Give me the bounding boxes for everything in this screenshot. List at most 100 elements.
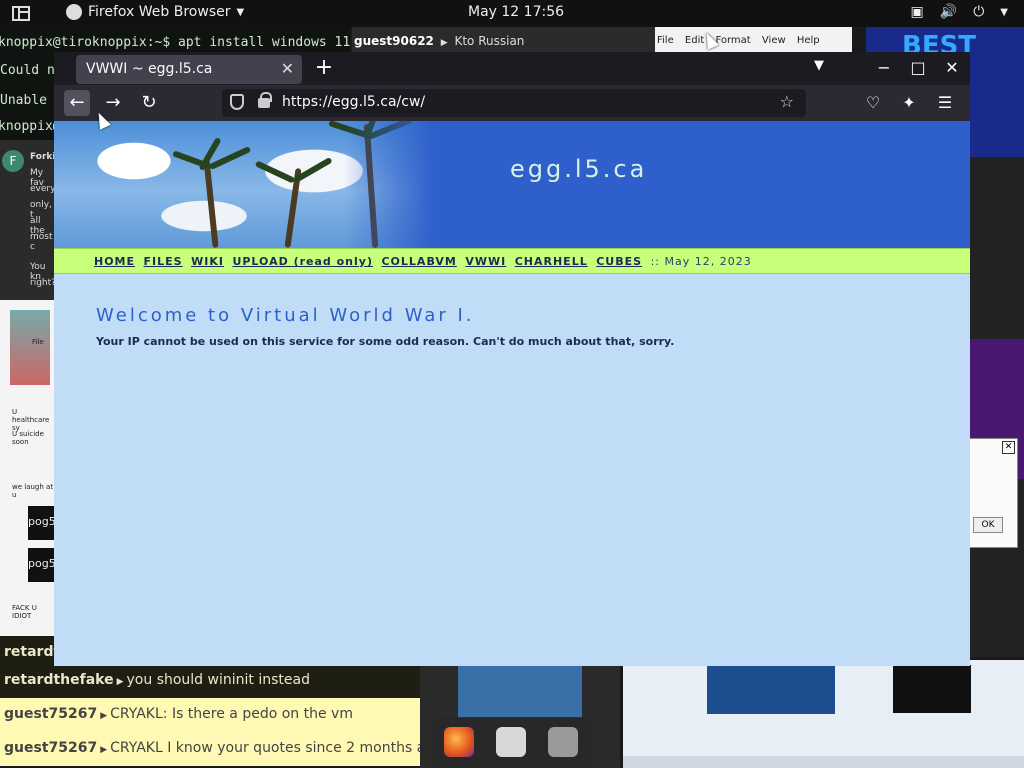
play-icon: ▶ <box>100 745 108 755</box>
screen-icon[interactable]: ▣ <box>911 4 924 22</box>
nav-link-vwwi[interactable]: VWWI <box>465 255 506 268</box>
site-banner: egg.l5.ca <box>54 121 970 249</box>
firefox-icon <box>66 4 82 20</box>
minimize-button[interactable]: − <box>872 56 896 80</box>
nav-link-home[interactable]: HOME <box>94 255 135 268</box>
right-collage-background <box>970 157 1024 657</box>
power-icon[interactable]: ⏻ <box>973 4 984 22</box>
chat-line: right? <box>30 278 56 288</box>
url-text[interactable]: https://egg.l5.ca/cw/ <box>282 94 425 110</box>
status-message: Your IP cannot be used on this service f… <box>96 335 675 348</box>
activities-icon[interactable] <box>12 6 30 21</box>
chat-user-name: guest75267 <box>4 706 98 722</box>
taskbar-image <box>623 756 1024 768</box>
system-top-bar: Firefox Web Browser ▼ May 12 17:56 ▣ 🔊 ⏻… <box>0 0 1024 27</box>
play-icon: ▶ <box>440 38 448 48</box>
pocket-icon[interactable]: ♡ <box>860 90 886 116</box>
trash-icon[interactable] <box>548 727 578 757</box>
caption-text: U healthcare sy <box>12 408 50 432</box>
vm-screenshot-background <box>623 660 1024 768</box>
files-icon[interactable] <box>496 727 526 757</box>
menu-item-view: View <box>761 35 786 46</box>
tracking-shield-icon[interactable] <box>230 94 244 110</box>
chevron-down-icon[interactable]: ▼ <box>1000 4 1008 22</box>
chat-row: guest75267 ▶ CRYAKL: Is there a pedo on th… <box>0 698 420 732</box>
palm-tree <box>172 121 252 249</box>
chat-message: CRYAKL: Is there a pedo on the vm <box>110 706 353 722</box>
terminal-line: knoppix@tiroknoppix:~$ apt install windo… <box>0 35 351 50</box>
clock[interactable]: May 12 17:56 <box>468 4 564 20</box>
navigation-toolbar: ← → ↻ https://egg.l5.ca/cw/ ☆ ♡ ✦ ☰ <box>54 85 970 121</box>
play-icon: ▶ <box>116 677 124 687</box>
bookmark-star-icon[interactable]: ☆ <box>780 92 794 111</box>
menu-item-file: File <box>657 35 674 46</box>
play-icon: ▶ <box>100 711 108 721</box>
firefox-icon[interactable] <box>444 727 474 757</box>
new-tab-button[interactable]: + <box>311 55 337 81</box>
maximize-button[interactable]: □ <box>906 56 930 80</box>
app-menu[interactable]: Firefox Web Browser ▼ <box>66 4 244 20</box>
chat-user-name: retardthefake <box>4 672 114 688</box>
reload-button[interactable]: ↻ <box>136 90 162 116</box>
palm-tree <box>254 121 334 249</box>
tab-bar: VWWI ~ egg.l5.ca ✕ + ▼ − □ ✕ <box>54 52 970 85</box>
web-page: egg.l5.ca HOME FILES WIKI UPLOAD (read o… <box>54 121 970 666</box>
desktop-icons-image <box>458 660 582 718</box>
extensions-icon[interactable]: ✦ <box>896 90 922 116</box>
close-icon: ✕ <box>1002 441 1015 454</box>
chat-panel-background: F Forkie My fav every only, t all the mo… <box>0 140 62 300</box>
palm-tree <box>324 121 414 249</box>
nav-link-collabvm[interactable]: COLLABVM <box>381 255 456 268</box>
chevron-down-icon: ▼ <box>236 6 245 18</box>
dark-image <box>893 665 971 713</box>
menu-item-format: Format <box>715 35 751 46</box>
chat-user-name: guest75267 <box>4 740 98 756</box>
tab-vwwi[interactable]: VWWI ~ egg.l5.ca ✕ <box>76 55 302 84</box>
app-menu-label: Firefox Web Browser <box>88 4 231 20</box>
dialog-background: ✕ OK <box>968 438 1018 548</box>
chat-line: most c <box>30 232 53 252</box>
palm-tree-banner-image <box>54 121 434 249</box>
close-window-button[interactable]: ✕ <box>940 56 964 80</box>
menu-item-help: Help <box>796 35 820 46</box>
menu-hamburger-icon[interactable]: ☰ <box>932 90 958 116</box>
nav-link-files[interactable]: FILES <box>144 255 183 268</box>
image-collage-background: File U healthcare sy U suicide soon we l… <box>0 300 56 636</box>
window-image <box>707 666 835 714</box>
nav-link-charhell[interactable]: CHARHELL <box>515 255 588 268</box>
chat-user-name: guest90622 <box>354 34 434 48</box>
site-nav-bar: HOME FILES WIKI UPLOAD (read only) COLLA… <box>54 248 970 274</box>
firefox-window: VWWI ~ egg.l5.ca ✕ + ▼ − □ ✕ ← → ↻ https… <box>54 52 970 666</box>
avatar: F <box>2 150 24 172</box>
page-heading: Welcome to Virtual World War I. <box>96 305 475 326</box>
pog-image: pog5 <box>28 548 56 582</box>
nav-link-cubes[interactable]: CUBES <box>596 255 642 268</box>
chat-line: every <box>30 184 56 194</box>
caption-text: File <box>32 338 44 346</box>
ok-button: OK <box>973 517 1003 533</box>
chat-message: Kto Russian <box>454 34 525 48</box>
dock <box>430 717 592 768</box>
nav-link-upload[interactable]: UPLOAD (read only) <box>232 255 373 268</box>
url-bar[interactable]: https://egg.l5.ca/cw/ ☆ <box>222 89 806 117</box>
chat-row: guest75267 ▶ CRYAKL I know your quotes sin… <box>0 732 443 766</box>
system-tray[interactable]: ▣ 🔊 ⏻ ▼ <box>911 4 1008 22</box>
back-button[interactable]: ← <box>64 90 90 116</box>
chat-strip-background: guest90622 ▶ Kto Russian <box>352 27 656 54</box>
chat-row: retardthefake ▶ you should wininit instead <box>0 664 420 698</box>
tab-title: VWWI ~ egg.l5.ca <box>86 61 213 77</box>
chat-message: you should wininit instead <box>126 672 310 688</box>
volume-icon[interactable]: 🔊 <box>940 4 957 22</box>
caption-text: FACK U IDIOT <box>12 604 37 620</box>
chat-message: CRYAKL I know your quotes since 2 months… <box>110 740 443 756</box>
list-tabs-chevron-icon[interactable]: ▼ <box>814 58 824 73</box>
lock-icon[interactable] <box>258 92 272 108</box>
thumbnail-image <box>10 310 50 385</box>
pog-image: pog5 <box>28 506 56 540</box>
caption-text: U suicide soon <box>12 430 44 446</box>
caption-text: we laugh at u <box>12 483 54 499</box>
nav-link-wiki[interactable]: WIKI <box>191 255 224 268</box>
notepad-menubar-background: File Edit Format View Help <box>655 27 852 52</box>
site-title: egg.l5.ca <box>510 155 648 183</box>
close-tab-icon[interactable]: ✕ <box>281 59 294 78</box>
